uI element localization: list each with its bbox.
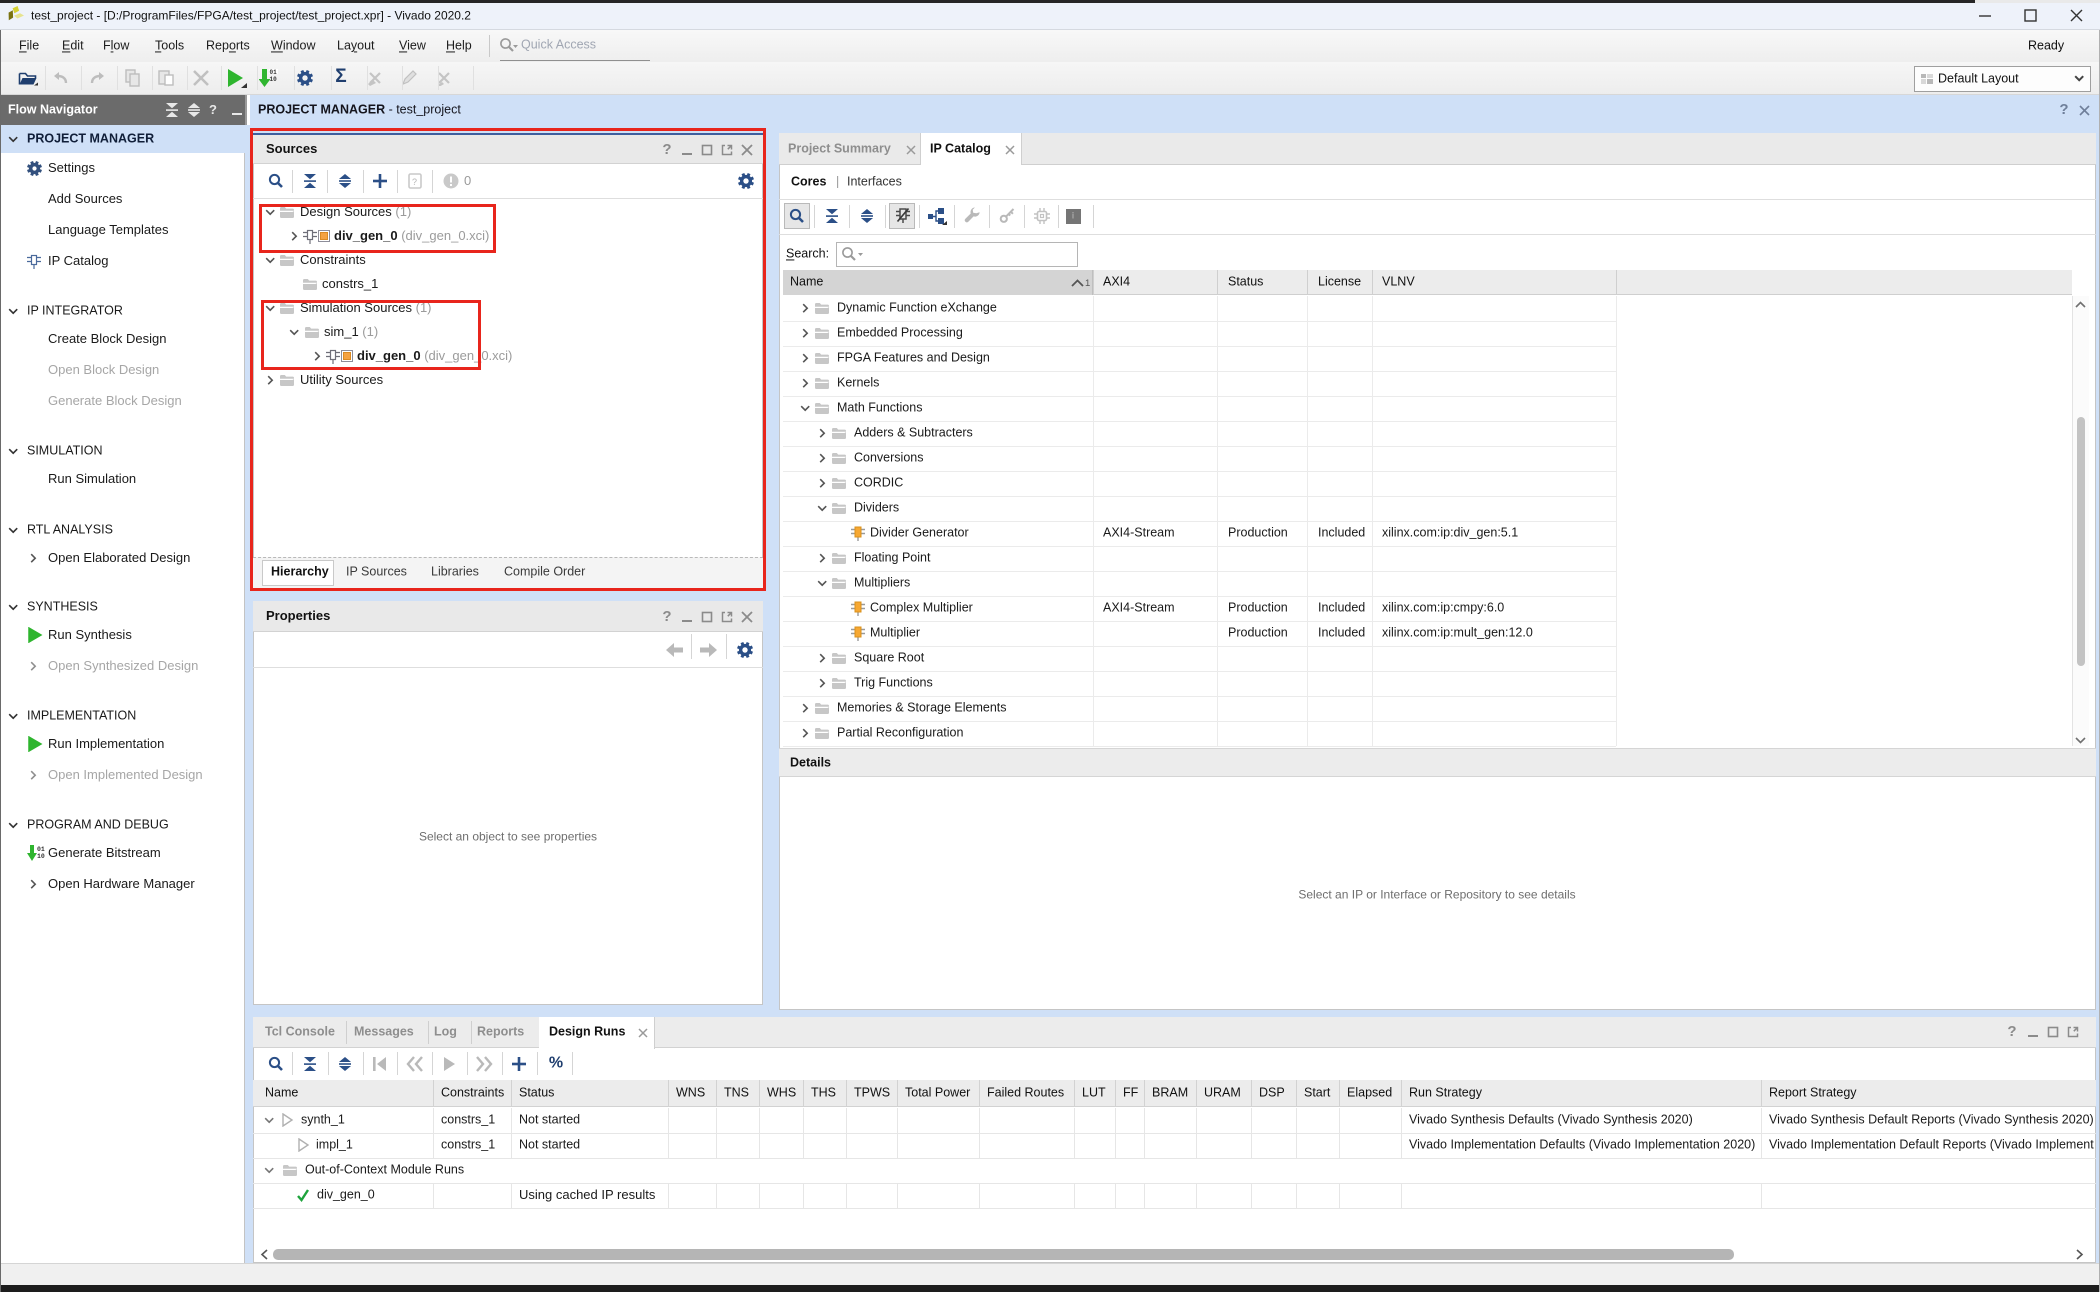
svg-text:01: 01 <box>270 69 278 76</box>
svg-text:1: 1 <box>1085 278 1090 289</box>
svg-text:10: 10 <box>270 76 278 83</box>
svg-text:10: 10 <box>37 853 45 860</box>
svg-text:01: 01 <box>37 846 45 853</box>
